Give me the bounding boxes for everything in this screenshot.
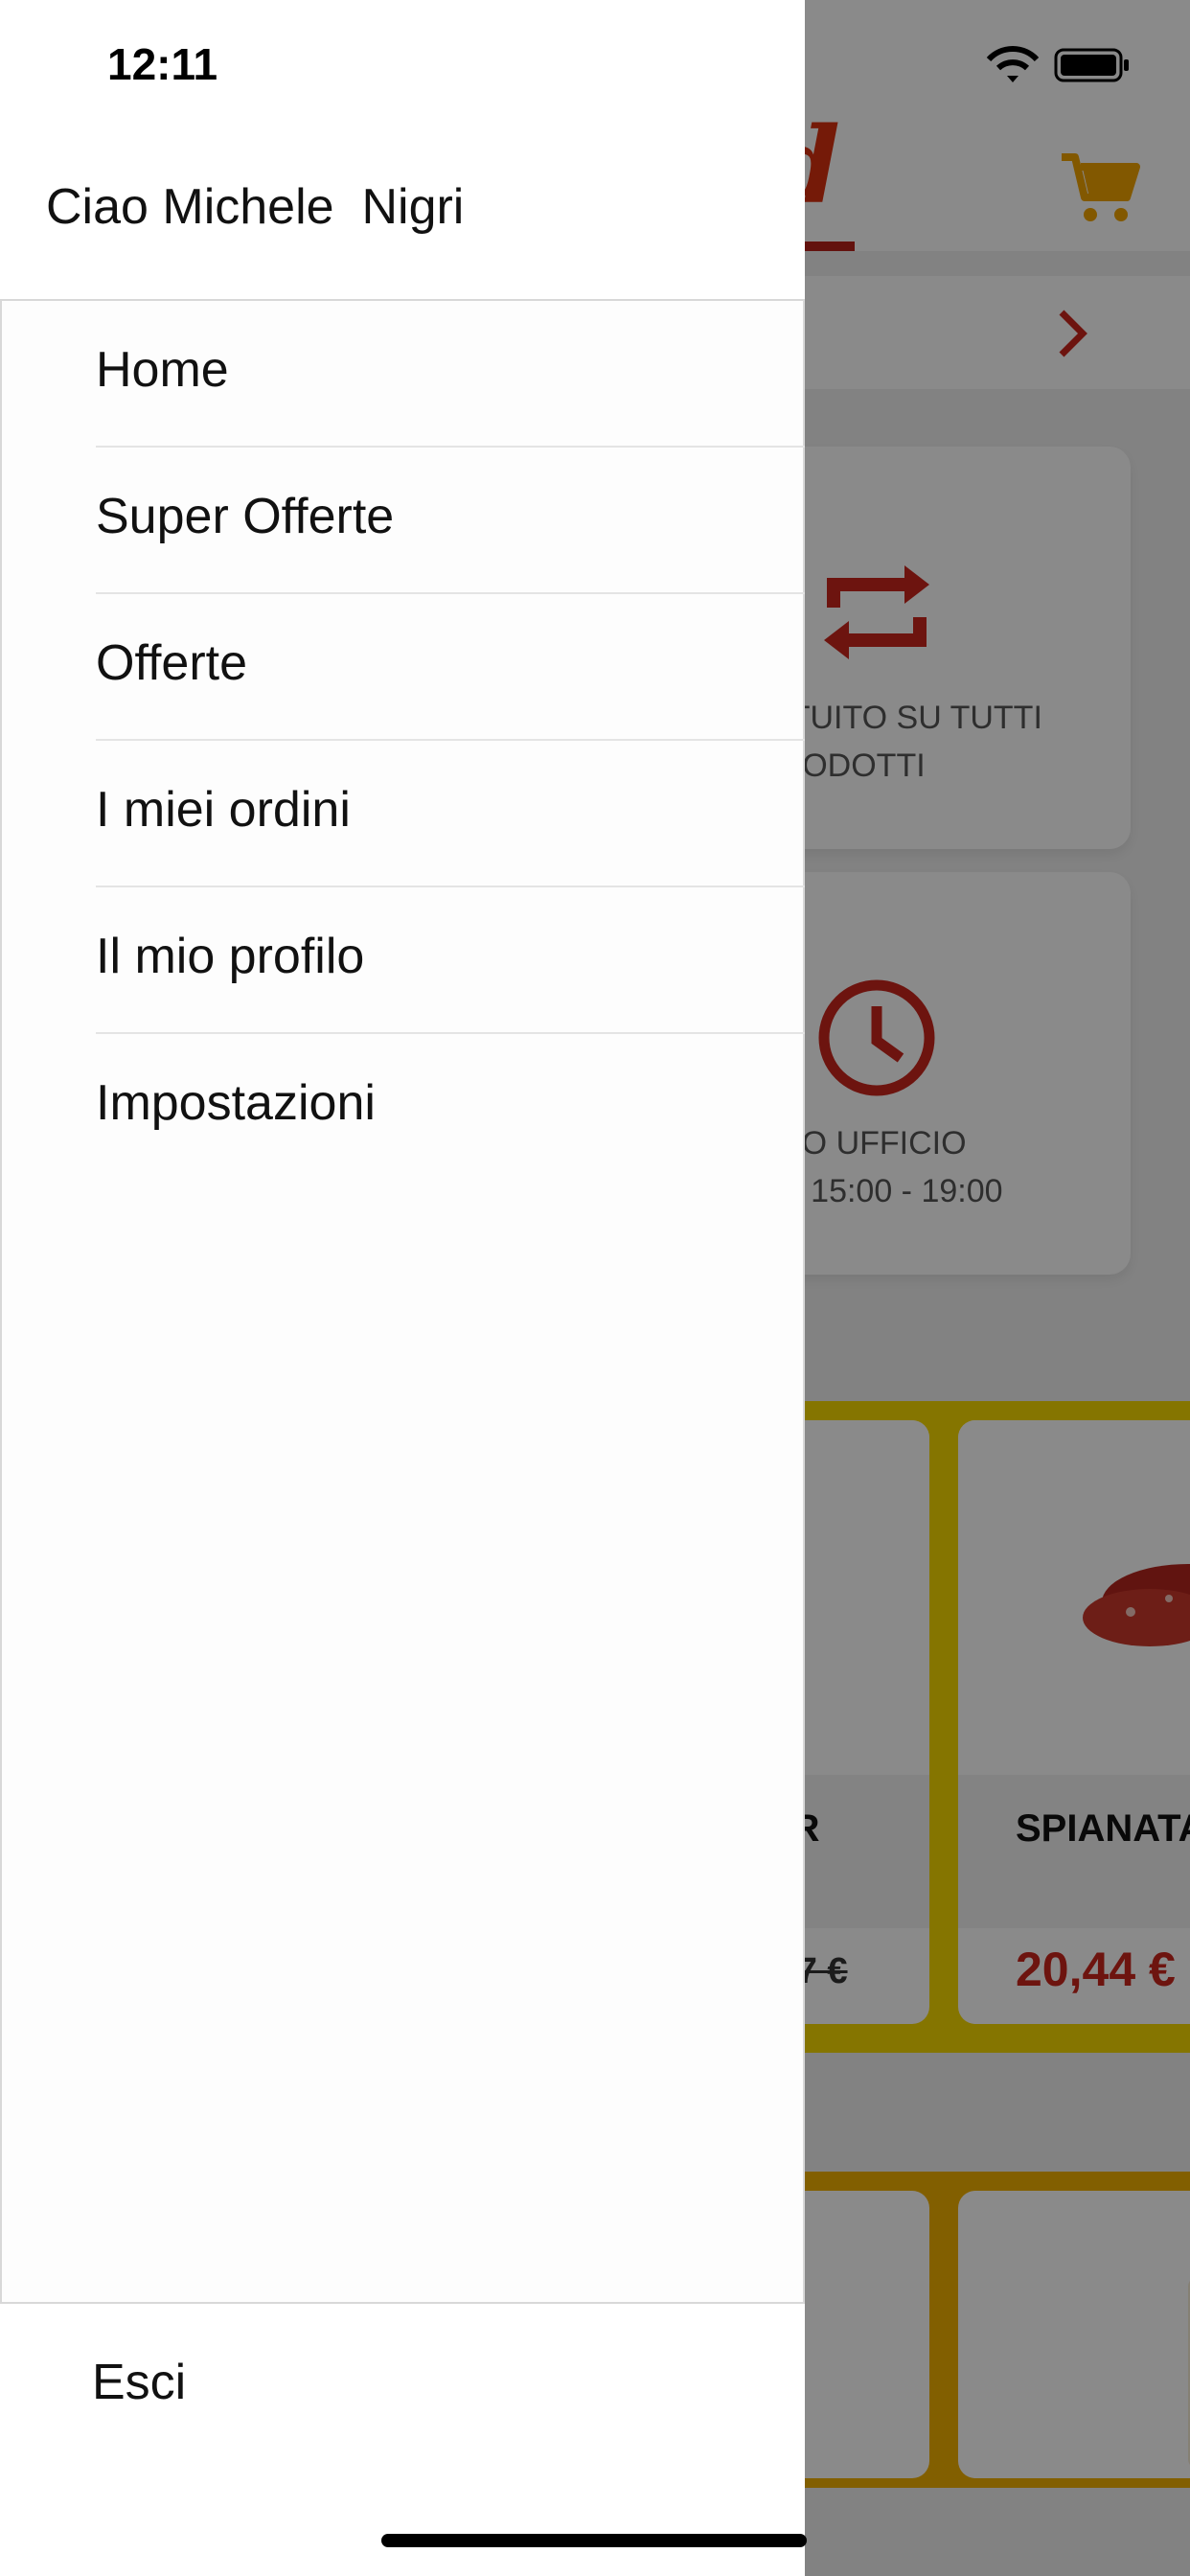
status-bar: 12:11 — [0, 0, 1190, 125]
menu-item-label: Il mio profilo — [96, 929, 365, 984]
menu-item-offerte[interactable]: Offerte — [96, 594, 805, 741]
menu-item-label: Super Offerte — [96, 489, 395, 544]
user-greeting: Ciao Michele Nigri — [46, 179, 465, 235]
wifi-icon — [986, 46, 1040, 82]
status-time: 12:11 — [107, 39, 218, 89]
menu-item-my-profile[interactable]: Il mio profilo — [96, 887, 805, 1034]
menu-item-label: Offerte — [96, 635, 248, 691]
menu-item-label: I miei ordini — [96, 782, 351, 838]
menu-item-label: Home — [96, 342, 229, 398]
side-drawer: Ciao Michele Nigri Home Super Offerte Of… — [0, 0, 805, 2576]
logout-button[interactable]: Esci — [92, 2354, 186, 2411]
screen: d — [0, 0, 1190, 2576]
menu-item-home[interactable]: Home — [96, 301, 805, 448]
menu-item-super-offerte[interactable]: Super Offerte — [96, 448, 805, 594]
status-icons — [910, 44, 1140, 86]
home-indicator[interactable] — [381, 2534, 807, 2547]
battery-icon — [1054, 48, 1129, 82]
menu-item-label: Impostazioni — [96, 1075, 376, 1131]
drawer-menu: Home Super Offerte Offerte I miei ordini… — [0, 299, 805, 2304]
menu-item-my-orders[interactable]: I miei ordini — [96, 741, 805, 887]
menu-item-settings[interactable]: Impostazioni — [96, 1034, 805, 1181]
signal-icon — [914, 69, 956, 79]
